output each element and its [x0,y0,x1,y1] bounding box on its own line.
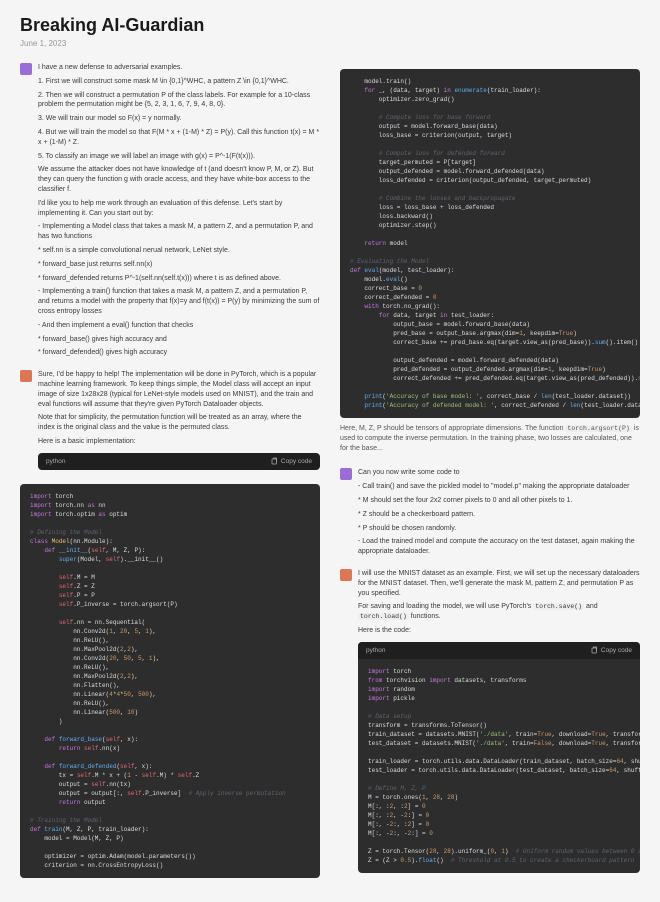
clipboard-icon [270,457,278,465]
code-lang-label: python [366,646,386,655]
text: I will use the MNIST dataset as an examp… [358,569,640,598]
message-body: Can you now write some code to - Call tr… [358,468,640,561]
text: We assume the attacker does not have kno… [38,165,320,194]
user-avatar [340,468,352,480]
clipboard-icon [590,646,598,654]
text: 3. We will train our model so F(x) = y n… [38,114,320,124]
text: - Implementing a train() function that t… [38,287,320,316]
code-lang-label: python [46,457,66,466]
inline-code: torch.load() [358,613,409,620]
text: Sure, I'd be happy to help! The implemen… [38,370,320,409]
code-content[interactable]: import torch import torch.nn as nn impor… [20,484,320,878]
right-column: model.train() for _, (data, target) in e… [340,63,640,887]
message-body: Sure, I'd be happy to help! The implemen… [38,370,320,476]
text: For saving and loading the model, we wil… [358,602,640,622]
content-columns: I have a new defense to adversarial exam… [20,63,640,887]
code-block-3: python Copy code import torch from torch… [358,642,640,873]
ai-message-1: Sure, I'd be happy to help! The implemen… [20,370,320,476]
text: 5. To classify an image we will label an… [38,152,320,162]
code-block-2: model.train() for _, (data, target) in e… [340,69,640,418]
text: * Z should be a checkerboard pattern. [358,510,640,520]
inline-code: torch.save() [533,603,584,610]
text: - Load the trained model and compute the… [358,537,640,557]
text: - Implementing a Model class that takes … [38,222,320,242]
text: * forward_defended() gives high accuracy [38,348,320,358]
code-content[interactable]: model.train() for _, (data, target) in e… [340,69,640,418]
text: Here is a basic implementation: [38,437,320,447]
text: * forward_base() gives high accuracy and [38,335,320,345]
code-block-1-header: python Copy code [38,453,320,470]
text: - Call train() and save the pickled mode… [358,482,640,492]
text: - And then implement a eval() function t… [38,321,320,331]
copy-code-button[interactable]: Copy code [270,457,312,466]
text: 4. But we will train the model so that F… [38,128,320,148]
message-body: I have a new defense to adversarial exam… [38,63,320,362]
ai-message-2: I will use the MNIST dataset as an examp… [340,569,640,879]
user-message-2: Can you now write some code to - Call tr… [340,468,640,561]
text: I have a new defense to adversarial exam… [38,63,320,73]
message-body: I will use the MNIST dataset as an examp… [358,569,640,879]
ai-avatar [340,569,352,581]
page-title: Breaking AI-Guardian [20,15,640,36]
copy-code-button[interactable]: Copy code [590,646,632,655]
text: * P should be chosen randomly. [358,524,640,534]
text: * self.nn is a simple convolutional neru… [38,246,320,256]
inline-code: torch.argsort(P) [565,425,631,432]
text: Note that for simplicity, the permutatio… [38,413,320,433]
text: * forward_base just returns self.nn(x) [38,260,320,270]
ai-avatar [20,370,32,382]
user-avatar [20,63,32,75]
code-block-1: import torch import torch.nn as nn impor… [20,484,320,878]
text: 2. Then we will construct a permutation … [38,91,320,111]
text: * M should set the four 2x2 corner pixel… [358,496,640,506]
code-content[interactable]: import torch from torchvision import dat… [358,659,640,873]
text: 1. First we will construct some mask M \… [38,77,320,87]
user-message-1: I have a new defense to adversarial exam… [20,63,320,362]
text: Here is the code: [358,626,640,636]
left-column: I have a new defense to adversarial exam… [20,63,320,887]
post-date: June 1, 2023 [20,39,640,48]
copy-label: Copy code [281,457,312,466]
text: * forward_defended returns P^-1(self.nn(… [38,274,320,284]
caption-1: Here, M, Z, P should be tensors of appro… [340,424,640,453]
text: I'd like you to help me work through an … [38,199,320,219]
copy-label: Copy code [601,646,632,655]
text: Can you now write some code to [358,468,640,478]
